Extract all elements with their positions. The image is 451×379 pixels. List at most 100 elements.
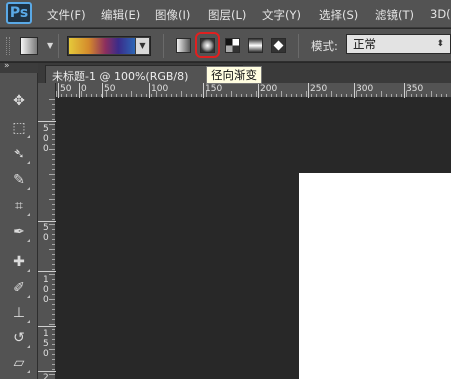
ruler-minor-tick bbox=[52, 119, 55, 120]
ruler-minor-tick bbox=[221, 94, 222, 97]
eyedropper-tool-icon[interactable]: ✒ bbox=[8, 222, 30, 242]
ruler-minor-tick bbox=[61, 94, 62, 97]
menu-3d[interactable]: 3D( bbox=[430, 7, 451, 21]
ruler-minor-tick bbox=[391, 94, 392, 97]
menu-image[interactable]: 图像(I) bbox=[155, 7, 190, 23]
vertical-ruler[interactable]: 500501001502 bbox=[38, 83, 56, 379]
ruler-minor-tick bbox=[81, 91, 82, 97]
options-bar-grip[interactable] bbox=[6, 37, 10, 55]
ruler-minor-tick bbox=[446, 94, 447, 97]
ruler-minor-tick bbox=[52, 339, 55, 340]
ruler-minor-tick bbox=[296, 94, 297, 97]
ruler-minor-tick bbox=[52, 139, 55, 140]
gradient-tool-preset-icon[interactable] bbox=[20, 37, 38, 55]
ruler-minor-tick bbox=[86, 94, 87, 97]
angle-gradient-icon[interactable] bbox=[225, 38, 240, 53]
ruler-minor-tick bbox=[52, 154, 55, 155]
crop-tool-icon[interactable]: ⌗ bbox=[8, 196, 30, 216]
ruler-minor-tick bbox=[52, 164, 55, 165]
ruler-tick bbox=[38, 371, 56, 372]
ruler-minor-tick bbox=[52, 104, 55, 105]
ruler-minor-tick bbox=[411, 94, 412, 97]
ruler-minor-tick bbox=[426, 94, 427, 97]
ruler-minor-tick bbox=[52, 284, 55, 285]
ruler-minor-tick bbox=[52, 254, 55, 255]
reflected-gradient-icon[interactable] bbox=[248, 38, 263, 53]
document-canvas[interactable] bbox=[299, 173, 451, 379]
ruler-minor-tick bbox=[441, 94, 442, 97]
ruler-minor-tick bbox=[49, 299, 55, 300]
ruler-label: 5 bbox=[43, 124, 49, 134]
tool-preset-dropdown-icon[interactable]: ▼ bbox=[47, 41, 53, 50]
ruler-minor-tick bbox=[49, 324, 55, 325]
quick-selection-tool-icon[interactable]: ✎ bbox=[8, 170, 30, 190]
ruler-minor-tick bbox=[126, 94, 127, 97]
ruler-minor-tick bbox=[291, 94, 292, 97]
menu-edit[interactable]: 编辑(E) bbox=[101, 7, 140, 23]
healing-brush-tool-icon[interactable]: ✚ bbox=[8, 252, 30, 272]
ruler-label: 2 bbox=[43, 373, 49, 379]
ruler-minor-tick bbox=[49, 174, 55, 175]
ruler-label: 150 bbox=[205, 84, 223, 94]
gradient-dropdown-icon[interactable]: ▼ bbox=[136, 38, 149, 54]
ruler-minor-tick bbox=[266, 94, 267, 97]
brush-tool-icon[interactable]: ✐ bbox=[8, 278, 30, 298]
mode-select[interactable]: 正常 ⬍ bbox=[346, 34, 451, 54]
ruler-minor-tick bbox=[101, 94, 102, 97]
toolbox-header[interactable]: » bbox=[0, 61, 38, 73]
ruler-minor-tick bbox=[49, 199, 55, 200]
ruler-label: 5 bbox=[43, 223, 49, 233]
options-separator bbox=[163, 34, 164, 58]
mode-dropdown-icon: ⬍ bbox=[436, 39, 444, 49]
menu-type[interactable]: 文字(Y) bbox=[262, 7, 301, 23]
diamond-gradient-icon[interactable] bbox=[271, 38, 286, 53]
ruler-label: 1 bbox=[43, 329, 49, 339]
clone-stamp-tool-icon[interactable]: ⊥ bbox=[8, 303, 30, 323]
horizontal-ruler[interactable]: 50 0 50 100 150 200 250 300 350 bbox=[56, 83, 451, 98]
ruler-minor-tick bbox=[421, 94, 422, 97]
ruler-minor-tick bbox=[366, 94, 367, 97]
ruler-minor-tick bbox=[306, 91, 307, 97]
ruler-label: 0 bbox=[43, 134, 49, 144]
menu-file[interactable]: 文件(F) bbox=[47, 7, 86, 23]
menu-select[interactable]: 选择(S) bbox=[319, 7, 358, 23]
ruler-tick bbox=[149, 83, 150, 98]
linear-gradient-icon[interactable] bbox=[176, 38, 191, 53]
history-brush-tool-icon[interactable]: ↺ bbox=[8, 328, 30, 348]
ruler-minor-tick bbox=[96, 94, 97, 97]
ruler-minor-tick bbox=[52, 319, 55, 320]
photoshop-logo: Ps bbox=[6, 2, 32, 24]
ruler-minor-tick bbox=[136, 94, 137, 97]
collapse-icon[interactable]: » bbox=[4, 61, 10, 71]
document-tab-title[interactable]: 未标题-1 @ 100%(RGB/8) bbox=[52, 68, 188, 84]
ruler-minor-tick bbox=[361, 94, 362, 97]
ruler-minor-tick bbox=[52, 364, 55, 365]
ruler-minor-tick bbox=[52, 109, 55, 110]
toolbox: » ✥ ⬚ ➴ ✎ ⌗ ✒ ✚ ✐ ⊥ ↺ ▱ bbox=[0, 61, 38, 379]
ruler-minor-tick bbox=[206, 91, 207, 97]
ruler-minor-tick bbox=[52, 144, 55, 145]
menu-layer[interactable]: 图层(L) bbox=[208, 7, 246, 23]
eraser-tool-icon[interactable]: ▱ bbox=[8, 353, 30, 373]
ruler-minor-tick bbox=[52, 314, 55, 315]
lasso-tool-icon[interactable]: ➴ bbox=[8, 144, 30, 164]
gradient-preview[interactable] bbox=[69, 38, 135, 54]
ruler-label: 50 bbox=[60, 84, 72, 94]
ruler-label: 0 bbox=[43, 295, 49, 305]
canvas-area[interactable] bbox=[57, 99, 451, 379]
ruler-minor-tick bbox=[116, 94, 117, 97]
ruler-tick bbox=[258, 83, 259, 98]
ruler-minor-tick bbox=[281, 91, 282, 97]
ruler-minor-tick bbox=[52, 194, 55, 195]
radial-gradient-highlight bbox=[195, 32, 220, 58]
menu-filter[interactable]: 滤镜(T) bbox=[375, 7, 414, 23]
gradient-picker[interactable]: ▼ bbox=[67, 36, 151, 56]
move-tool-icon[interactable]: ✥ bbox=[8, 91, 30, 111]
ruler-minor-tick bbox=[326, 94, 327, 97]
ruler-minor-tick bbox=[52, 179, 55, 180]
ruler-minor-tick bbox=[49, 249, 55, 250]
ruler-minor-tick bbox=[356, 91, 357, 97]
marquee-tool-icon[interactable]: ⬚ bbox=[8, 118, 30, 138]
ruler-minor-tick bbox=[416, 94, 417, 97]
ruler-minor-tick bbox=[52, 289, 55, 290]
